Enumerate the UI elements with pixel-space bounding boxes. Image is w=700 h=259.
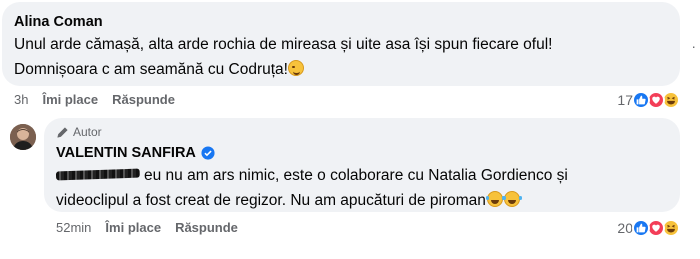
wink-emoji-icon: [287, 60, 304, 76]
comment-text-line: Domnișoara c am seamănă cu Codruța!: [14, 61, 288, 78]
reply-actions: 52min Îmi place Răspunde: [56, 220, 252, 235]
comment-timestamp[interactable]: 52min: [56, 220, 91, 235]
reply-link[interactable]: Răspunde: [112, 92, 175, 107]
like-link[interactable]: Îmi place: [42, 92, 98, 107]
reaction-summary[interactable]: 17: [617, 91, 680, 109]
verified-badge-icon: [201, 146, 215, 160]
pencil-icon: [57, 126, 68, 138]
reply-bubble: Autor VALENTIN SANFIRA eu nu am ars nimi…: [44, 118, 680, 212]
author-badge-label: Autor: [73, 125, 102, 139]
like-icon: [632, 219, 650, 237]
reaction-summary[interactable]: 20: [617, 219, 680, 237]
comment-author[interactable]: Alina Coman: [14, 12, 668, 32]
comment-text: Unul arde cămașă, alta arde rochia de mi…: [14, 32, 668, 82]
laughing-emoji-icon: [502, 191, 520, 207]
redacted-mention: [55, 168, 141, 181]
comment-text: eu nu am ars nimic, este o colaborare cu…: [55, 163, 668, 213]
comment-text-line-with-emoji: Domnișoara c am seamănă cu Codruța!: [14, 57, 668, 82]
comment-text-line: eu nu am ars nimic, este o colaborare cu…: [144, 167, 568, 184]
like-icon: [632, 91, 650, 109]
comment-text-line: videoclipul a fost creat de regizor. Nu …: [56, 192, 486, 209]
more-options-icon[interactable]: ·: [691, 38, 696, 54]
reaction-count: 17: [617, 92, 633, 108]
reaction-count: 20: [617, 220, 633, 236]
comment-bubble: Alina Coman Unul arde cămașă, alta arde …: [2, 2, 680, 86]
author-line: VALENTIN SANFIRA: [56, 143, 668, 163]
comment-text-line-with-emoji: videoclipul a fost creat de regizor. Nu …: [56, 188, 668, 213]
author-badge: Autor: [56, 125, 668, 139]
comment-text-line: Unul arde cămașă, alta arde rochia de mi…: [14, 36, 553, 53]
comment-timestamp[interactable]: 3h: [14, 92, 28, 107]
comment-author[interactable]: VALENTIN SANFIRA: [56, 143, 196, 163]
comment-text-line-with-mention: eu nu am ars nimic, este o colaborare cu…: [55, 163, 668, 188]
like-link[interactable]: Îmi place: [105, 220, 161, 235]
laughing-emoji-icon: [485, 191, 503, 207]
avatar[interactable]: [10, 124, 36, 150]
reply-link[interactable]: Răspunde: [175, 220, 238, 235]
comment-actions: 3h Îmi place Răspunde: [14, 92, 189, 107]
